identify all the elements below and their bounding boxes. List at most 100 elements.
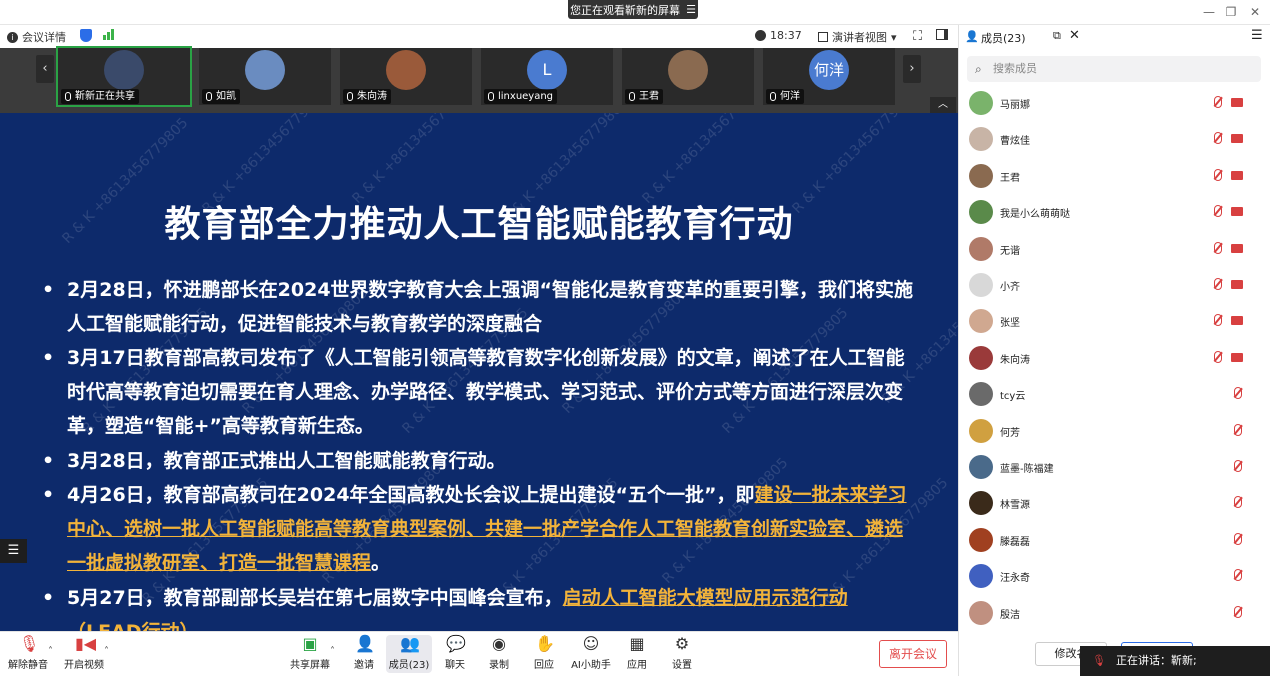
- strip-prev-button[interactable]: ‹: [36, 55, 54, 83]
- bullet-text: 2月28日，怀进鹏部长在2024世界数字教育大会上强调“智能化是教育变革的重要引…: [67, 279, 914, 335]
- mic-muted-icon[interactable]: [1234, 423, 1242, 436]
- video-tile[interactable]: 朱向涛: [340, 48, 472, 105]
- video-off-icon[interactable]: [1231, 280, 1243, 289]
- member-row[interactable]: 曹炫佳: [959, 121, 1270, 157]
- video-tile[interactable]: 何洋 何洋: [763, 48, 895, 105]
- member-row[interactable]: 王君: [959, 158, 1270, 194]
- member-row[interactable]: 我是小么萌萌哒: [959, 194, 1270, 230]
- mic-muted-icon[interactable]: [1214, 205, 1222, 218]
- avatar: [969, 273, 993, 297]
- member-row[interactable]: 林雪源: [959, 485, 1270, 521]
- chat-button[interactable]: 💬 聊天: [432, 635, 478, 672]
- mic-muted-icon[interactable]: [1234, 532, 1242, 545]
- invite-button[interactable]: 👤 邀请: [341, 635, 387, 672]
- member-row[interactable]: 殷洁: [959, 595, 1270, 631]
- maximize-icon[interactable]: ❐: [1220, 3, 1242, 21]
- ai-assistant-button[interactable]: ☺ AI小助手: [566, 634, 616, 672]
- member-row[interactable]: 无谐: [959, 231, 1270, 267]
- leave-meeting-button[interactable]: 离开会议: [879, 640, 947, 668]
- bullet-text: 5月27日，教育部副部长吴岩在第七届数字中国峰会宣布，: [67, 587, 563, 609]
- member-name: 无谐: [1000, 245, 1020, 257]
- shield-icon[interactable]: [80, 29, 92, 42]
- video-off-icon: ▮◀: [75, 634, 97, 653]
- meeting-details-button[interactable]: i 会议详情: [7, 29, 66, 45]
- member-row[interactable]: 马丽娜: [959, 85, 1270, 121]
- mic-muted-icon[interactable]: [1214, 350, 1222, 363]
- share-screen-icon: ▣: [302, 634, 318, 653]
- mic-muted-icon[interactable]: [1234, 496, 1242, 509]
- video-off-icon[interactable]: [1231, 352, 1243, 362]
- mic-muted-icon[interactable]: [1234, 569, 1242, 582]
- video-tile[interactable]: 靳新正在共享: [56, 46, 192, 107]
- video-off-icon[interactable]: [1231, 243, 1243, 253]
- record-button[interactable]: ◉ 录制: [476, 635, 522, 672]
- video-off-icon[interactable]: [1231, 170, 1243, 180]
- invite-label: 邀请: [354, 660, 374, 671]
- video-off-icon[interactable]: [1231, 134, 1243, 144]
- member-row[interactable]: 蓝墨-陈福建: [959, 449, 1270, 485]
- mic-icon: [206, 92, 212, 101]
- video-tile[interactable]: 王君: [622, 48, 754, 105]
- reply-button[interactable]: ✋ 回应: [521, 635, 567, 672]
- member-row[interactable]: 小齐: [959, 267, 1270, 303]
- chevron-up-icon[interactable]: ˄: [48, 646, 53, 657]
- clock-icon: [755, 30, 766, 41]
- member-name: tcy云: [1000, 391, 1026, 403]
- members-button[interactable]: 👥 成员(23): [386, 635, 432, 673]
- mic-muted-icon[interactable]: [1234, 387, 1242, 400]
- mic-muted-icon[interactable]: [1214, 241, 1222, 254]
- video-off-icon[interactable]: [1231, 207, 1243, 217]
- members-label: 成员(23): [388, 660, 430, 671]
- mic-muted-icon[interactable]: [1214, 132, 1222, 145]
- share-banner[interactable]: 您正在观看靳新的屏幕 ☰: [568, 0, 698, 19]
- video-off-icon[interactable]: [1231, 98, 1243, 107]
- chat-label: 聊天: [445, 660, 465, 671]
- chevron-up-icon[interactable]: ˄: [104, 646, 109, 657]
- menu-icon[interactable]: ☰: [1251, 28, 1263, 43]
- menu-icon[interactable]: ☰: [686, 3, 696, 16]
- slide-title: 教育部全力推动人工智能赋能教育行动: [164, 204, 794, 245]
- list-icon[interactable]: ☰: [0, 539, 27, 563]
- minimize-icon[interactable]: —: [1198, 3, 1220, 21]
- member-row[interactable]: 朱向涛: [959, 340, 1270, 376]
- bullet-text: 3月17日教育部高教司发布了《人工智能引领高等教育数字化创新发展》的文章，阐述了…: [67, 347, 905, 437]
- mic-muted-icon[interactable]: [1214, 96, 1222, 108]
- ai-assistant-icon: ☺: [582, 634, 600, 653]
- signal-icon[interactable]: [103, 29, 114, 40]
- close-window-icon[interactable]: ✕: [1244, 3, 1266, 21]
- member-row[interactable]: 张坚: [959, 303, 1270, 339]
- member-row[interactable]: 滕磊磊: [959, 522, 1270, 558]
- sidebar-toggle-icon[interactable]: [936, 29, 948, 40]
- watermark-text: R & K +8613456779805: [639, 113, 772, 208]
- settings-button[interactable]: ⚙ 设置: [659, 635, 705, 672]
- mic-muted-icon[interactable]: [1214, 278, 1222, 290]
- member-row[interactable]: tcy云: [959, 376, 1270, 412]
- video-tile-name: 靳新正在共享: [61, 89, 139, 104]
- strip-next-button[interactable]: ›: [903, 55, 921, 83]
- mic-muted-icon[interactable]: [1234, 460, 1242, 472]
- member-name: 朱向涛: [1000, 354, 1030, 366]
- mic-muted-icon: 🎙: [1092, 654, 1106, 667]
- video-tile[interactable]: Llinxueyang: [481, 48, 613, 105]
- chevron-up-icon[interactable]: ˄: [330, 646, 335, 657]
- unmute-button[interactable]: 🎙 解除静音: [5, 635, 51, 672]
- share-screen-button[interactable]: ▣ 共享屏幕: [287, 634, 333, 672]
- member-row[interactable]: 汪永奇: [959, 558, 1270, 594]
- mic-muted-icon[interactable]: [1214, 314, 1222, 327]
- avatar: [969, 382, 993, 407]
- video-off-icon[interactable]: [1231, 316, 1243, 326]
- mic-muted-icon[interactable]: [1214, 168, 1222, 181]
- member-row[interactable]: 何芳: [959, 413, 1270, 449]
- video-tile[interactable]: 如凯: [199, 48, 331, 105]
- view-mode-dropdown[interactable]: 演讲者视图 ▾: [818, 29, 897, 45]
- member-search-input[interactable]: ⌕ 搜索成员: [967, 56, 1261, 82]
- close-panel-icon[interactable]: ✕: [1069, 28, 1080, 43]
- start-video-button[interactable]: ▮◀ 开启视频: [61, 634, 107, 672]
- apps-button[interactable]: ▦ 应用: [614, 635, 660, 672]
- members-icon: 👥: [400, 634, 420, 653]
- collapse-strip-button[interactable]: ︿: [930, 97, 956, 113]
- video-tile-name: linxueyang: [484, 89, 558, 104]
- pop-out-icon[interactable]: ⧉: [1053, 29, 1061, 43]
- mic-muted-icon[interactable]: [1234, 605, 1242, 618]
- fullscreen-icon[interactable]: ⛶: [913, 29, 922, 44]
